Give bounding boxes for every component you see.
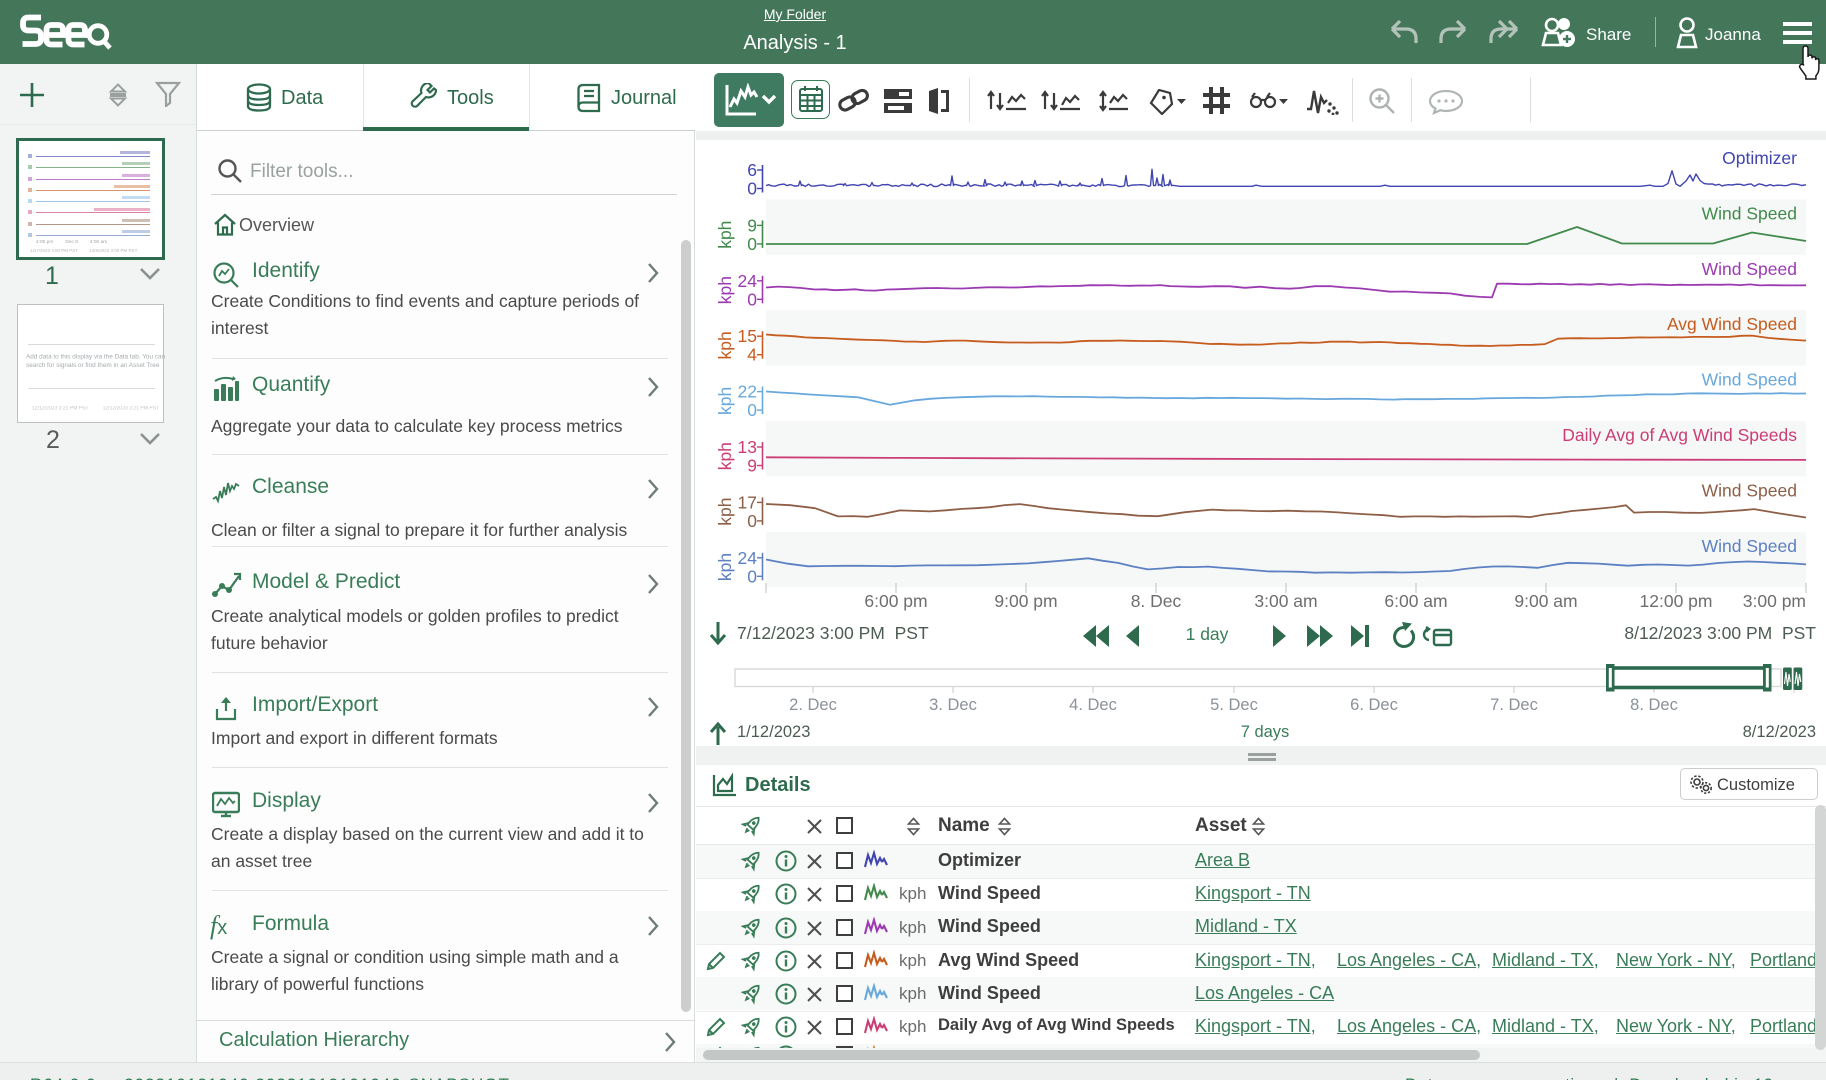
svg-text:12:00 pm: 12:00 pm bbox=[1640, 591, 1713, 611]
svg-text:Avg Wind Speed: Avg Wind Speed bbox=[1667, 314, 1797, 334]
svg-text:0: 0 bbox=[747, 566, 757, 586]
svg-text:kph: kph bbox=[715, 442, 735, 470]
svg-text:kph: kph bbox=[715, 331, 735, 359]
svg-text:9:00 am: 9:00 am bbox=[1514, 591, 1577, 611]
svg-text:24: 24 bbox=[738, 548, 758, 568]
svg-text:3:00 am: 3:00 am bbox=[1254, 591, 1317, 611]
svg-text:15: 15 bbox=[738, 326, 757, 346]
svg-text:kph: kph bbox=[715, 276, 735, 304]
svg-text:Wind Speed: Wind Speed bbox=[1702, 536, 1797, 556]
svg-text:3:00 pm: 3:00 pm bbox=[1743, 591, 1806, 611]
svg-text:0: 0 bbox=[747, 179, 757, 199]
svg-text:4: 4 bbox=[747, 345, 757, 365]
svg-text:kph: kph bbox=[715, 553, 735, 581]
svg-text:17: 17 bbox=[738, 492, 757, 512]
svg-text:Daily Avg of Avg Wind Speeds: Daily Avg of Avg Wind Speeds bbox=[1562, 425, 1797, 445]
svg-text:8. Dec: 8. Dec bbox=[1131, 591, 1182, 611]
svg-text:kph: kph bbox=[715, 221, 735, 249]
svg-text:kph: kph bbox=[715, 497, 735, 525]
svg-text:Optimizer: Optimizer bbox=[1722, 148, 1797, 168]
svg-text:24: 24 bbox=[738, 271, 758, 291]
svg-text:Wind Speed: Wind Speed bbox=[1702, 203, 1797, 223]
svg-text:Wind Speed: Wind Speed bbox=[1702, 370, 1797, 390]
svg-text:6: 6 bbox=[747, 160, 757, 180]
svg-text:kph: kph bbox=[715, 387, 735, 415]
svg-text:9: 9 bbox=[747, 456, 757, 476]
svg-text:Wind Speed: Wind Speed bbox=[1702, 259, 1797, 279]
svg-text:Wind Speed: Wind Speed bbox=[1702, 480, 1797, 500]
svg-text:9:00 pm: 9:00 pm bbox=[994, 591, 1057, 611]
svg-text:0: 0 bbox=[747, 289, 757, 309]
svg-text:9: 9 bbox=[747, 215, 757, 235]
svg-text:0: 0 bbox=[747, 234, 757, 254]
svg-text:6:00 pm: 6:00 pm bbox=[864, 591, 927, 611]
svg-text:6:00 am: 6:00 am bbox=[1384, 591, 1447, 611]
svg-text:0: 0 bbox=[747, 511, 757, 531]
svg-text:13: 13 bbox=[738, 437, 757, 457]
svg-text:22: 22 bbox=[738, 382, 757, 402]
svg-text:0: 0 bbox=[747, 400, 757, 420]
